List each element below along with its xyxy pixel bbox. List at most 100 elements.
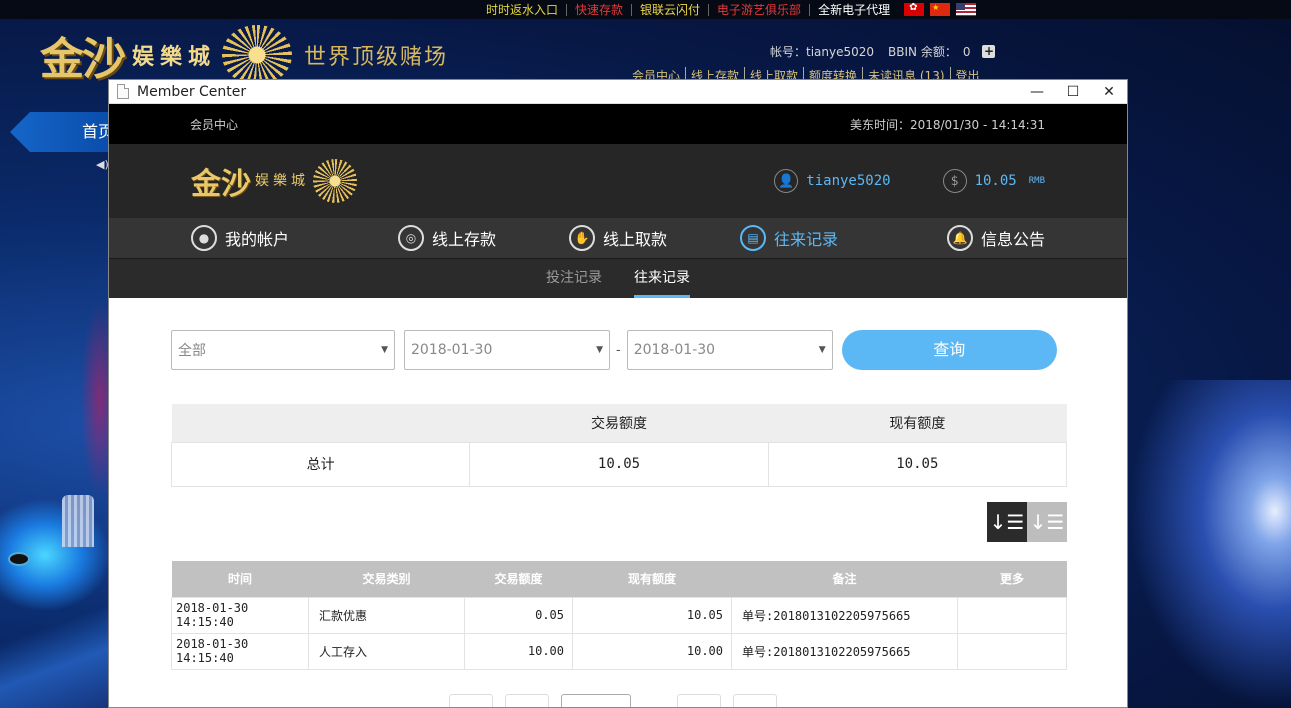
nav-online-deposit[interactable]: ◎ 线上存款 — [398, 225, 569, 251]
nav-label: 线上存款 — [432, 230, 497, 249]
window-title: Member Center — [137, 83, 247, 100]
records-icon: ▤ — [740, 225, 766, 251]
minimize-button[interactable]: — — [1019, 84, 1055, 100]
window-titlebar[interactable]: Member Center — ☐ ✕ — [109, 80, 1127, 104]
chevron-down-icon: ▼ — [381, 345, 388, 355]
sub-tabs: 投注记录 往来记录 — [109, 259, 1127, 298]
member-logo-sub: 娱樂城 — [255, 173, 309, 189]
member-logo[interactable]: 金沙 娱樂城 — [191, 159, 357, 203]
plus-icon[interactable]: + — [982, 45, 996, 58]
page-number-input[interactable] — [561, 694, 631, 707]
sun-logo-icon — [222, 25, 293, 85]
deposit-icon: ◎ — [398, 225, 424, 251]
record-type: 汇款优惠 — [308, 596, 465, 634]
records-header: 交易额度 — [464, 561, 573, 597]
table-row: 2018-01-30 14:15:40 人工存入 10.00 10.00 单号:… — [171, 632, 1067, 670]
user-icon: 👤 — [774, 169, 799, 193]
site-bbin-value: 0 — [962, 44, 971, 59]
speaker-icon[interactable]: ◀) — [96, 158, 109, 171]
sort-descending-icon[interactable]: ↓☰ — [987, 502, 1027, 542]
toplink-rebate[interactable]: 时时返水入口 — [478, 3, 568, 16]
nav-announcements[interactable]: 🔔 信息公告 — [947, 225, 1045, 251]
nav-my-account[interactable]: ● 我的帐户 — [191, 225, 398, 251]
pagination — [449, 694, 777, 707]
toplink-agent[interactable]: 全新电子代理 — [810, 4, 898, 16]
page-last-button[interactable] — [733, 694, 777, 707]
records-table: 时间 交易类别 交易额度 现有额度 备注 更多 2018-01-30 14:15… — [171, 561, 1067, 670]
tab-transaction-records[interactable]: 往来记录 — [634, 259, 690, 298]
nav-online-withdraw[interactable]: ✋ 线上取款 — [569, 225, 740, 251]
summary-header — [171, 404, 470, 442]
records-header: 现有额度 — [572, 561, 732, 597]
site-logo-sub: 娱樂城 — [132, 44, 217, 70]
site-nav-home[interactable]: 首页 — [10, 112, 120, 152]
member-user-info: 👤 tianye5020 $ 10.05 RMB — [774, 169, 1045, 193]
username: tianye5020 — [806, 173, 891, 189]
table-row: 2018-01-30 14:15:40 汇款优惠 0.05 10.05 单号:2… — [171, 596, 1067, 634]
record-time: 2018-01-30 14:15:40 — [171, 596, 309, 634]
nav-label: 我的帐户 — [225, 230, 290, 249]
us-flag-icon[interactable] — [956, 3, 977, 16]
currency: RMB — [1028, 176, 1045, 186]
maximize-button[interactable]: ☐ — [1055, 84, 1091, 100]
sort-ascending-icon[interactable]: ↓☰ — [1027, 502, 1067, 542]
record-more[interactable] — [957, 632, 1067, 670]
member-center-label: 会员中心 — [190, 117, 239, 132]
toplink-egame-club[interactable]: 电子游艺俱乐部 — [709, 3, 811, 16]
record-balance: 10.00 — [572, 632, 732, 670]
document-icon — [117, 84, 129, 99]
summary-header: 交易额度 — [469, 404, 769, 442]
cn-flag-icon[interactable] — [930, 3, 951, 16]
date-from-select[interactable]: 2018-01-30 ▼ — [404, 330, 610, 370]
background-beam — [0, 600, 108, 708]
records-header: 备注 — [731, 561, 958, 597]
site-bbin-label: BBIN 余额： — [888, 45, 957, 59]
nav-transaction-records[interactable]: ▤ 往来记录 — [740, 225, 947, 251]
record-note: 单号:201801310220597566​5 — [731, 632, 958, 670]
withdraw-icon: ✋ — [569, 225, 595, 251]
summary-cell: 10.05 — [767, 441, 1068, 487]
date-separator: - — [616, 342, 621, 358]
site-slogan: 世界顶级赌场 — [304, 45, 449, 70]
dollar-icon: $ — [942, 169, 967, 193]
query-button[interactable]: 查询 — [841, 330, 1057, 370]
record-amount: 0.05 — [464, 596, 573, 634]
eastern-time: 美东时间：2018/01/30 - 14:14:31 — [849, 117, 1045, 132]
filter-bar: 全部 ▼ 2018-01-30 ▼ - 2018-01-30 ▼ 查询 — [171, 330, 1057, 370]
member-nav: ● 我的帐户 ◎ 线上存款 ✋ 线上取款 ▤ 往来记录 🔔 信息公告 — [109, 218, 1127, 259]
page-prev-button[interactable] — [505, 694, 549, 707]
close-button[interactable]: ✕ — [1091, 84, 1127, 100]
record-more[interactable] — [957, 596, 1067, 634]
page-next-button[interactable] — [677, 694, 721, 707]
record-balance: 10.05 — [572, 596, 732, 634]
records-header: 时间 — [171, 561, 309, 597]
background-spotlight — [8, 552, 30, 566]
summary-table: 交易额度 现有额度 总计 10.05 10.05 — [170, 404, 1068, 487]
nav-label: 信息公告 — [981, 230, 1046, 249]
summary-header: 现有额度 — [768, 404, 1067, 442]
nav-label: 线上取款 — [603, 230, 668, 249]
member-header: 金沙 娱樂城 👤 tianye5020 $ 10.05 RMB — [109, 144, 1127, 218]
date-to-value: 2018-01-30 — [633, 342, 716, 358]
background-glow — [1128, 380, 1291, 708]
records-header: 更多 — [957, 561, 1067, 597]
tab-bet-records[interactable]: 投注记录 — [546, 259, 602, 298]
summary-cell: 总计 — [170, 441, 471, 487]
page-first-button[interactable] — [449, 694, 493, 707]
type-select[interactable]: 全部 ▼ — [171, 330, 395, 370]
background-tower — [62, 495, 94, 547]
member-logo-main: 金沙 — [191, 167, 251, 202]
chevron-down-icon: ▼ — [596, 345, 603, 355]
sort-buttons: ↓☰ ↓☰ — [987, 502, 1067, 542]
toplink-unionpay[interactable]: 银联云闪付 — [632, 3, 710, 16]
type-select-value: 全部 — [178, 343, 206, 359]
member-top-bar: 会员中心 美东时间：2018/01/30 - 14:14:31 — [109, 104, 1127, 144]
date-to-select[interactable]: 2018-01-30 ▼ — [626, 330, 833, 370]
hk-flag-icon[interactable] — [904, 2, 925, 16]
site-account-info: 帐号：tianye5020 BBIN 余额： 0 + — [770, 43, 996, 60]
toplink-fast-deposit[interactable]: 快速存款 — [567, 3, 633, 16]
bell-icon: 🔔 — [947, 225, 973, 251]
site-logo-main: 金沙 — [40, 34, 126, 85]
table-row: 总计 10.05 10.05 — [170, 441, 1068, 487]
site-logo[interactable]: 金沙 娱樂城 世界顶级赌场 — [40, 24, 448, 86]
